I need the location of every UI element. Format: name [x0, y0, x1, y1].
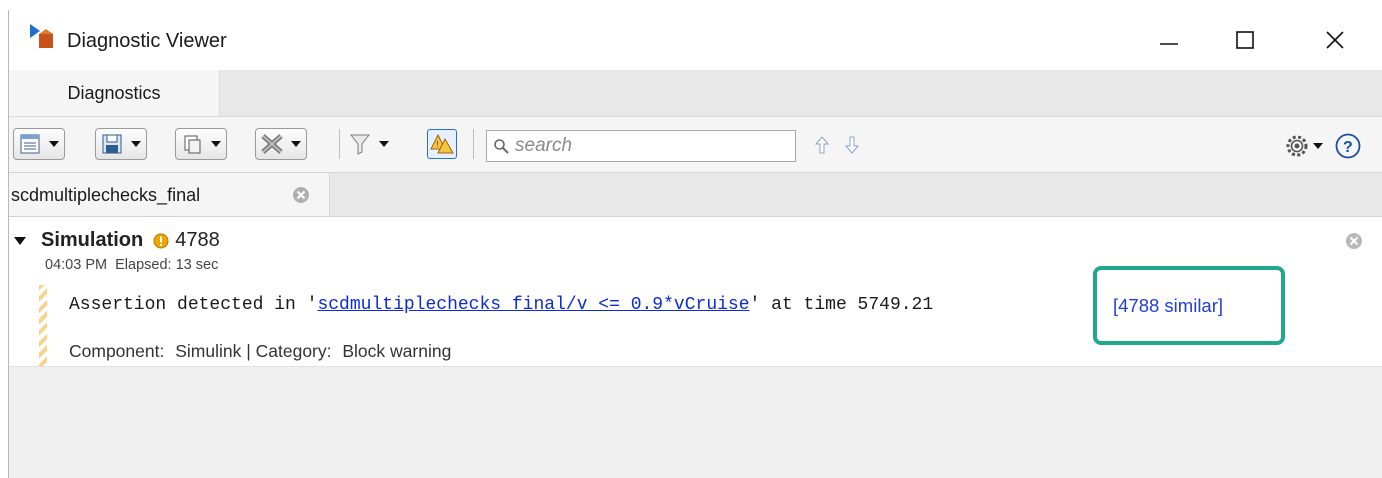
- elapsed-text: Elapsed: 13 sec: [115, 257, 219, 273]
- empty-panel-area: [9, 366, 1382, 478]
- gear-icon: [1286, 135, 1308, 157]
- help-button[interactable]: ?: [1335, 129, 1361, 163]
- expand-triangle-icon[interactable]: [13, 234, 27, 248]
- minimize-icon: [1160, 43, 1178, 45]
- category-value: Block warning: [342, 341, 452, 361]
- toolbar: ! ?: [9, 116, 1382, 172]
- block-path-link[interactable]: scdmultiplechecks final/v <= 0.9*vCruise: [317, 295, 749, 315]
- title-bar: Diagnostic Viewer: [9, 10, 1382, 70]
- toggle-warnings-button[interactable]: !: [427, 127, 457, 161]
- model-tab-label: scdmultiplechecks_final: [11, 185, 201, 205]
- arrow-up-icon: [815, 136, 829, 154]
- warning-filter-icon: !: [427, 129, 457, 159]
- chevron-down-icon: [127, 129, 145, 159]
- simulink-app-icon: [30, 24, 53, 48]
- model-tab-strip: scdmultiplechecks_final: [9, 172, 1382, 217]
- chevron-down-icon: [207, 129, 225, 159]
- svg-text:!: !: [437, 140, 439, 149]
- search-box[interactable]: [486, 130, 796, 162]
- svg-text:?: ?: [1343, 139, 1353, 156]
- settings-dropdown-button[interactable]: [1285, 129, 1327, 163]
- copy-icon: [177, 129, 207, 159]
- warning-icon: [153, 233, 169, 248]
- maximize-button[interactable]: [1215, 18, 1275, 62]
- help-icon: ?: [1335, 133, 1361, 159]
- warning-count: 4788: [175, 229, 220, 251]
- simulation-group-header[interactable]: Simulation 4788: [13, 229, 220, 252]
- chevron-down-icon: [1309, 131, 1327, 161]
- view-options-split-button[interactable]: [13, 127, 65, 161]
- message-suffix: ' at time 5749.21: [749, 295, 934, 315]
- chevron-down-icon: [375, 129, 393, 159]
- minimize-button[interactable]: [1139, 18, 1199, 62]
- filter-dropdown-button[interactable]: [345, 127, 393, 161]
- group-timestamp: 04:03 PM Elapsed: 13 sec: [45, 257, 218, 273]
- window-title: Diagnostic Viewer: [67, 30, 227, 52]
- chevron-down-icon: [287, 129, 305, 159]
- clear-split-button[interactable]: [255, 127, 307, 161]
- view-list-icon: [15, 129, 45, 159]
- clear-icon: [257, 129, 287, 159]
- arrow-down-icon: [845, 136, 859, 154]
- filter-icon: [345, 129, 375, 159]
- diagnostic-message: Assertion detected in 'scdmultiplechecks…: [69, 295, 933, 315]
- chevron-down-icon: [45, 129, 63, 159]
- toolbar-separator: [473, 129, 474, 159]
- component-value: Simulink | Category:: [175, 341, 332, 361]
- search-input[interactable]: [515, 135, 795, 157]
- group-title: Simulation: [41, 229, 144, 251]
- maximize-icon: [1236, 31, 1254, 49]
- save-icon: [97, 129, 127, 159]
- dismiss-group-icon[interactable]: [1344, 231, 1364, 251]
- next-result-button[interactable]: [841, 131, 863, 159]
- highlight-annotation: [1093, 266, 1285, 345]
- search-icon: [494, 139, 509, 154]
- previous-result-button[interactable]: [811, 131, 833, 159]
- warning-stripe: [39, 285, 47, 367]
- message-prefix: Assertion detected in ': [69, 295, 318, 315]
- close-button[interactable]: [1305, 18, 1365, 62]
- component-label: Component:: [69, 341, 165, 361]
- tab-scdmultiplechecks-final[interactable]: scdmultiplechecks_final: [9, 173, 330, 217]
- ribbon-tab-strip: Diagnostics: [9, 70, 1382, 116]
- diagnostics-list: Simulation 4788 04:03 PM Elapsed: 13 sec…: [9, 216, 1382, 367]
- diagnostic-viewer-window: Diagnostic Viewer Diagnostics ! search ?…: [8, 10, 1382, 478]
- toolbar-separator: [339, 129, 340, 159]
- close-icon: [1326, 31, 1344, 49]
- close-tab-icon[interactable]: [291, 185, 311, 205]
- copy-split-button[interactable]: [175, 127, 227, 161]
- component-info: Component: Simulink | Category: Block wa…: [69, 341, 457, 362]
- tab-diagnostics[interactable]: Diagnostics: [9, 70, 220, 116]
- time-text: 04:03 PM: [45, 257, 108, 273]
- save-split-button[interactable]: [95, 127, 147, 161]
